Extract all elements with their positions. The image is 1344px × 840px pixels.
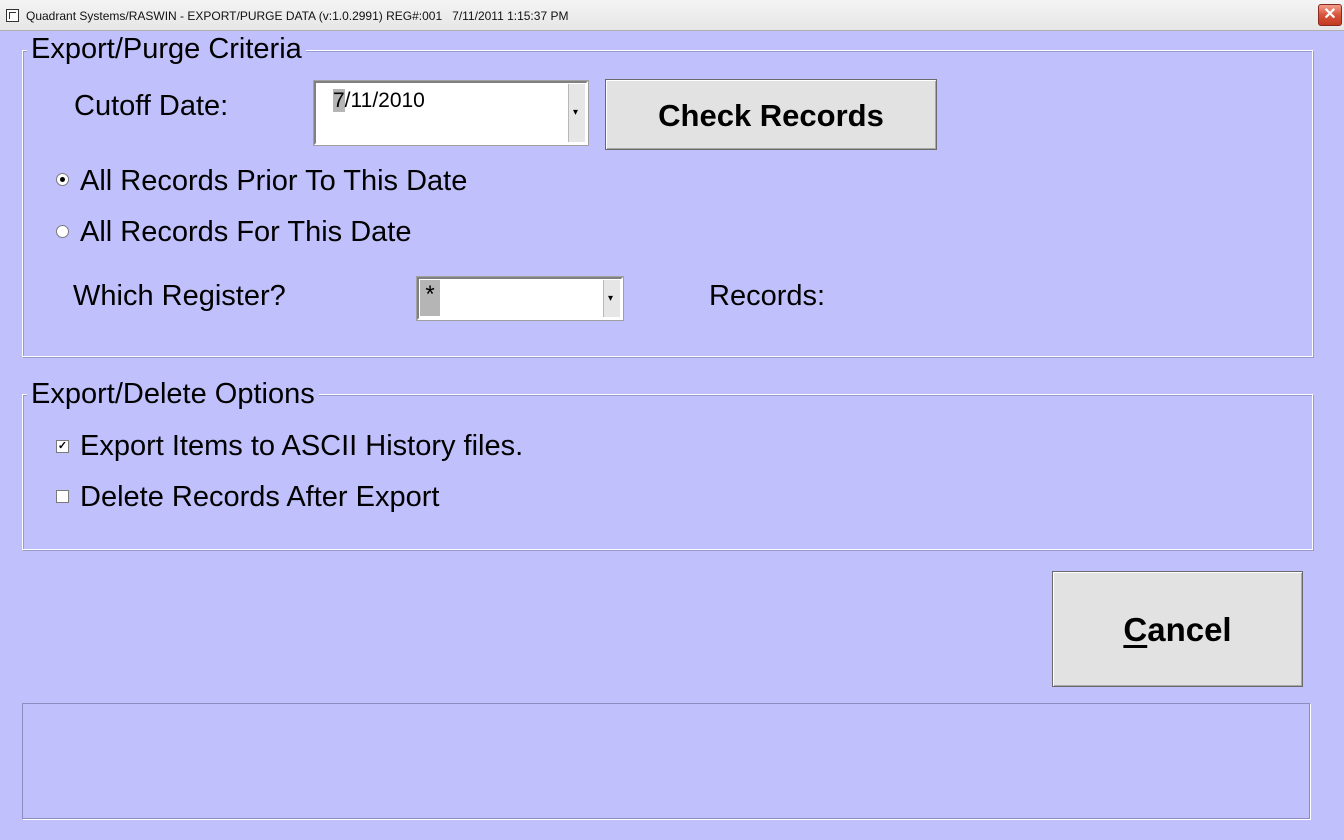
checkmark-icon: ✓ xyxy=(57,440,68,452)
cutoff-date-text: 7/11/2010 xyxy=(333,89,425,112)
radio-prior-label[interactable]: All Records Prior To This Date xyxy=(80,164,467,198)
window-title: Quadrant Systems/RASWIN - EXPORT/PURGE D… xyxy=(26,9,569,23)
delete-after-export-checkbox[interactable] xyxy=(56,490,69,503)
export-ascii-checkbox[interactable]: ✓ xyxy=(56,440,69,453)
options-legend: Export/Delete Options xyxy=(27,378,319,410)
status-area xyxy=(22,703,1310,819)
cancel-button[interactable]: Cancel xyxy=(1052,571,1303,687)
cancel-label: Cancel xyxy=(1123,611,1232,648)
register-value-text: * xyxy=(425,281,435,308)
cancel-accelerator: C xyxy=(1123,611,1148,648)
title-bar: Quadrant Systems/RASWIN - EXPORT/PURGE D… xyxy=(0,0,1344,31)
radio-prior-to-date[interactable] xyxy=(56,173,69,186)
check-records-label: Check Records xyxy=(658,98,884,133)
register-value: * xyxy=(420,280,440,316)
delete-after-export-label[interactable]: Delete Records After Export xyxy=(80,480,439,514)
check-records-button[interactable]: Check Records xyxy=(605,79,937,150)
chevron-down-icon: ▾ xyxy=(573,107,579,118)
cutoff-date-dropdown-arrow[interactable]: ▾ xyxy=(568,84,585,142)
chevron-down-icon: ▾ xyxy=(608,292,614,304)
register-dropdown-arrow[interactable]: ▾ xyxy=(603,280,620,317)
close-button[interactable]: ✕ xyxy=(1318,4,1342,26)
app-icon[interactable] xyxy=(6,9,19,22)
cutoff-date-field[interactable]: 7/11/2010 ▾ xyxy=(313,80,589,146)
options-group xyxy=(22,394,1313,550)
radio-for-date[interactable] xyxy=(56,225,69,238)
criteria-legend: Export/Purge Criteria xyxy=(27,33,306,65)
cutoff-date-value: 7/11/2010 xyxy=(333,88,425,114)
register-select[interactable]: * ▾ xyxy=(416,276,624,321)
export-ascii-label[interactable]: Export Items to ASCII History files. xyxy=(80,429,523,463)
which-register-label: Which Register? xyxy=(73,280,286,312)
records-label: Records: xyxy=(709,280,826,312)
cutoff-date-label: Cutoff Date: xyxy=(74,90,229,122)
radio-for-label[interactable]: All Records For This Date xyxy=(80,215,411,249)
